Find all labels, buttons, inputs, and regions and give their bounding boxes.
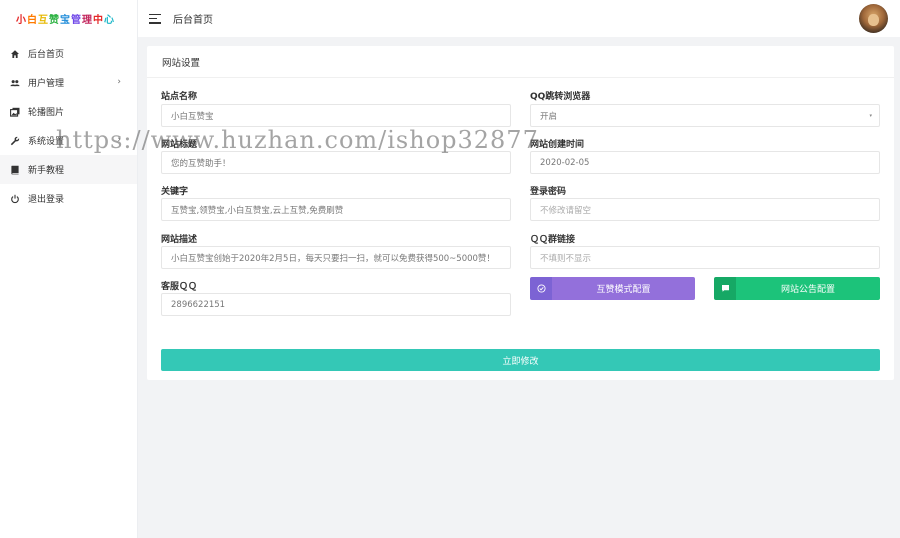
images-icon (10, 107, 20, 117)
page-title: 后台首页 (173, 15, 213, 26)
logo-char: 赞 (49, 15, 60, 26)
site-title-input[interactable]: 您的互赞助手！ (161, 151, 511, 174)
book-icon (10, 165, 20, 175)
sidebar-item-label: 系统设置 (28, 137, 65, 147)
logo-char: 互 (38, 15, 49, 26)
site-description-input[interactable]: 小白互赞宝创始于2020年2月5日，每天只要扫一扫，就可以免费获得500~500… (161, 246, 511, 269)
sidebar-item-label: 新手教程 (28, 166, 65, 176)
site-notice-config-button[interactable]: 网站公告配置 (714, 277, 880, 300)
service-qq-input[interactable]: 2896622151 (161, 293, 511, 316)
sidebar-item-tutorial[interactable]: 新手教程 (0, 155, 137, 184)
created-date-label: 网站创建时间 (530, 140, 585, 150)
sidebar-item-label: 轮播图片 (28, 108, 65, 118)
chevron-down-icon: ▾ (869, 113, 872, 119)
submit-button[interactable]: 立即修改 (161, 349, 880, 371)
sidebar-item-logout[interactable]: 退出登录 (0, 184, 137, 213)
avatar[interactable] (859, 4, 888, 33)
comment-icon (714, 277, 736, 300)
sidebar-nav: 后台首页 用户管理 › 轮播图片 系统设置 › 新手教程 退出登录 (0, 39, 137, 213)
login-password-input[interactable]: 不修改请留空 (530, 198, 880, 221)
sidebar-item-carousel[interactable]: 轮播图片 (0, 97, 137, 126)
keywords-input[interactable]: 互赞宝,领赞宝,小白互赞宝,云上互赞,免费刷赞 (161, 198, 511, 221)
chevron-right-icon: › (117, 135, 121, 145)
logo-char: 心 (104, 15, 115, 26)
qq-group-link-label: ＱＱ群链接 (530, 235, 576, 245)
site-title-label: 网站标题 (161, 140, 198, 150)
home-icon (10, 49, 20, 59)
like-mode-config-button[interactable]: 互赞模式配置 (530, 277, 695, 300)
sidebar-item-settings[interactable]: 系统设置 › (0, 126, 137, 155)
qq-redirect-label: QQ跳转浏览器 (530, 92, 591, 102)
sidebar-item-label: 用户管理 (28, 79, 65, 89)
logo-char: 白 (27, 15, 38, 26)
like-mode-config-label: 互赞模式配置 (552, 277, 695, 300)
qq-redirect-value: 开启 (540, 111, 558, 122)
wrench-icon (10, 136, 20, 146)
login-password-label: 登录密码 (530, 187, 567, 197)
sidebar-item-home[interactable]: 后台首页 (0, 39, 137, 68)
sidebar: 小白互赞宝管理中心 后台首页 用户管理 › 轮播图片 系统设置 › 新手教程 退… (0, 0, 138, 538)
logo-char: 小 (16, 15, 27, 26)
keywords-label: 关键字 (161, 187, 189, 197)
power-icon (10, 194, 20, 204)
site-name-label: 站点名称 (161, 92, 198, 102)
created-date-input[interactable]: 2020-02-05 (530, 151, 880, 174)
logo-char: 理 (82, 15, 93, 26)
chevron-right-icon: › (117, 77, 121, 87)
settings-card: 网站设置 站点名称 小白互赞宝 网站标题 您的互赞助手！ 关键字 互赞宝,领赞宝… (147, 46, 894, 380)
menu-toggle-icon[interactable] (149, 13, 161, 24)
logo-char: 宝 (60, 15, 71, 26)
site-name-input[interactable]: 小白互赞宝 (161, 104, 511, 127)
sidebar-item-users[interactable]: 用户管理 › (0, 68, 137, 97)
qq-group-link-input[interactable]: 不填则不显示 (530, 246, 880, 269)
app-logo[interactable]: 小白互赞宝管理中心 (0, 0, 137, 37)
site-notice-config-label: 网站公告配置 (736, 277, 880, 300)
sidebar-item-label: 退出登录 (28, 195, 65, 205)
site-description-label: 网站描述 (161, 235, 198, 245)
sidebar-item-label: 后台首页 (28, 50, 65, 60)
users-icon (10, 78, 20, 88)
check-circle-icon (530, 277, 552, 300)
qq-redirect-select[interactable]: 开启 ▾ (530, 104, 880, 127)
logo-char: 管 (71, 15, 82, 26)
topbar: 后台首页 (138, 0, 900, 37)
card-title: 网站设置 (147, 46, 894, 78)
service-qq-label: 客服ＱＱ (161, 282, 198, 292)
logo-char: 中 (93, 15, 104, 26)
